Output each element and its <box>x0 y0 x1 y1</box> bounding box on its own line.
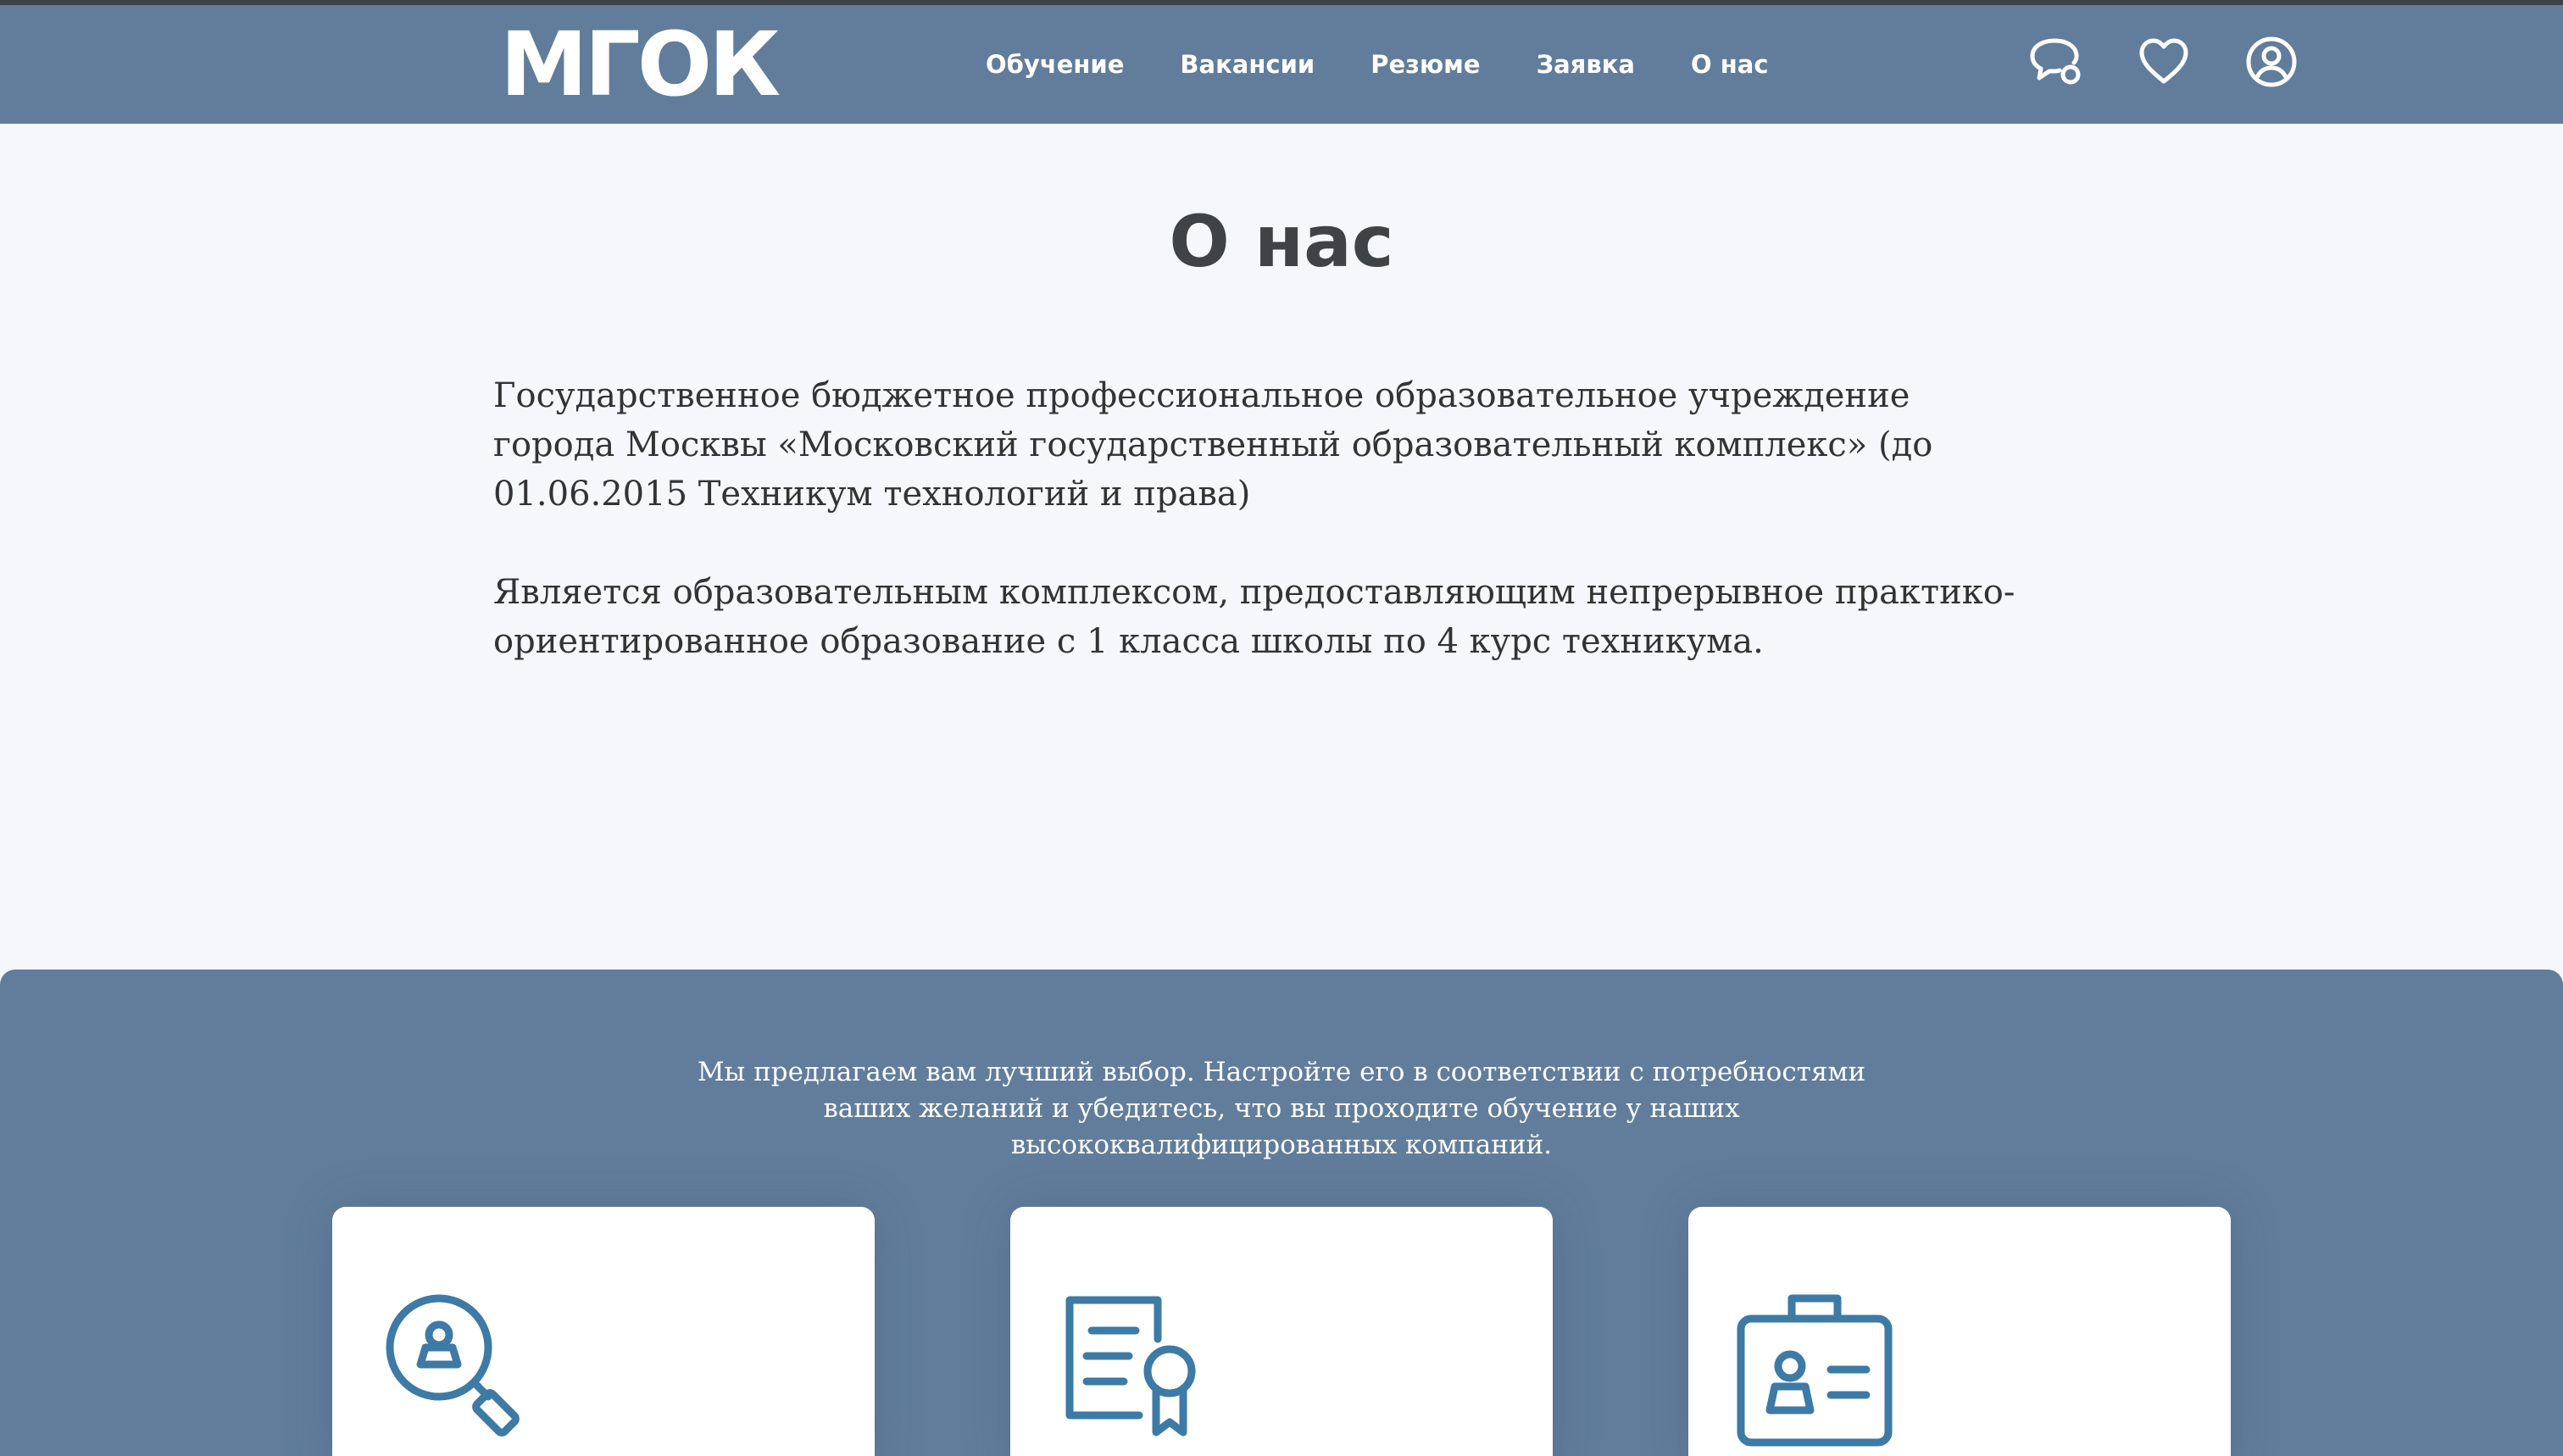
user-icon[interactable] <box>2242 32 2301 92</box>
nav-item-training[interactable]: Обучение <box>986 47 1124 81</box>
site-logo[interactable]: МГОК <box>500 20 781 108</box>
features-intro: Мы предлагаем вам лучший выбор. Настройт… <box>697 1057 1866 1160</box>
about-paragraph-description: Является образовательным комплексом, пре… <box>493 573 2015 661</box>
chat-icon[interactable] <box>2026 32 2085 92</box>
person-search-icon <box>380 1288 541 1449</box>
nav-item-about[interactable]: О нас <box>1691 47 1769 81</box>
heart-icon[interactable] <box>2134 32 2193 92</box>
feature-card-badge[interactable] <box>1688 1207 2231 1456</box>
feature-card-certificate[interactable] <box>1010 1207 1553 1456</box>
about-paragraph-institution: Государственное бюджетное профессиональн… <box>493 376 1933 514</box>
site-header: МГОК Обучение Вакансии Резюме Заявка О н… <box>0 5 2563 124</box>
page-title: О нас <box>1169 200 1394 283</box>
nav-item-resume[interactable]: Резюме <box>1370 47 1480 81</box>
nav-item-application[interactable]: Заявка <box>1537 47 1635 81</box>
main-nav: Обучение Вакансии Резюме Заявка О нас <box>986 47 1769 81</box>
about-section: Государственное бюджетное профессиональн… <box>493 371 2019 715</box>
id-badge-icon <box>1736 1288 1897 1449</box>
nav-item-vacancies[interactable]: Вакансии <box>1180 47 1315 81</box>
feature-card-search[interactable] <box>332 1207 875 1456</box>
certificate-icon <box>1058 1288 1219 1449</box>
